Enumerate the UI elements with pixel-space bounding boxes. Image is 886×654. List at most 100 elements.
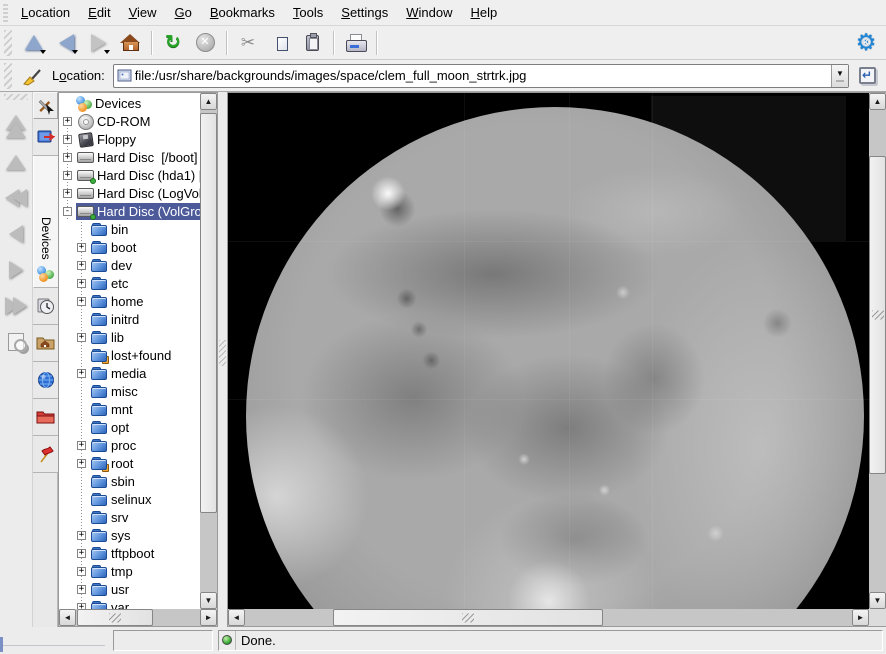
forward-nav-button[interactable] [1, 252, 31, 288]
tree-row-hard-disc-hda1-[interactable]: +Hard Disc (hda1) [/ [59, 166, 200, 184]
sidebar-splitter[interactable] [218, 92, 227, 627]
tree-row-hard-disc-logvol0[interactable]: +Hard Disc (LogVol0 [59, 184, 200, 202]
menu-edit[interactable]: Edit [79, 2, 119, 23]
locationbar-handle[interactable] [4, 63, 12, 89]
tree-row-root[interactable]: +root [59, 454, 200, 472]
tree-row-initrd[interactable]: initrd [59, 310, 200, 328]
scrollbar-thumb[interactable] [333, 609, 603, 626]
sidebar-tab-root-folder[interactable] [33, 399, 58, 436]
home-button[interactable] [115, 29, 145, 57]
forward-button[interactable] [83, 29, 113, 57]
tree-expander[interactable]: + [77, 441, 86, 450]
tree-row-hard-disc-boot-[interactable]: +Hard Disc [/boot] [59, 148, 200, 166]
tree-row-dev[interactable]: +dev [59, 256, 200, 274]
tree-row-misc[interactable]: misc [59, 382, 200, 400]
stop-button[interactable]: ✕ [190, 29, 220, 57]
scroll-right-arrow[interactable]: ► [852, 609, 869, 626]
scrollbar-thumb[interactable] [200, 113, 217, 513]
tree-row-sys[interactable]: +sys [59, 526, 200, 544]
menu-bookmarks[interactable]: Bookmarks [201, 2, 284, 23]
tree-row-tftpboot[interactable]: +tftpboot [59, 544, 200, 562]
tree-expander[interactable]: + [63, 135, 72, 144]
tree-expander[interactable]: + [77, 333, 86, 342]
tree-row-hard-disc-volgrou[interactable]: -Hard Disc (VolGrou [59, 202, 200, 220]
extra-toolbar-handle[interactable] [4, 94, 28, 100]
scrollbar-thumb[interactable] [869, 156, 886, 474]
tree-row-lost-found[interactable]: lost+found [59, 346, 200, 364]
sidebar-tab-home-folder[interactable] [33, 325, 58, 362]
sidebar-tab-devices[interactable]: Devices [33, 156, 58, 288]
tree-row-home[interactable]: +home [59, 292, 200, 310]
copy-button[interactable] [265, 29, 295, 57]
tree-row-usr[interactable]: +usr [59, 580, 200, 598]
scroll-up-arrow[interactable]: ▲ [200, 93, 217, 110]
konqueror-logo-button[interactable]: ⚙K [851, 29, 881, 57]
menu-go[interactable]: Go [166, 2, 201, 23]
tree-row-boot[interactable]: +boot [59, 238, 200, 256]
tree-expander[interactable]: + [77, 549, 86, 558]
go-button[interactable]: ↵ [854, 63, 880, 89]
scrollbar-track[interactable] [200, 110, 217, 592]
tree-row-proc[interactable]: +proc [59, 436, 200, 454]
tree-row-sbin[interactable]: sbin [59, 472, 200, 490]
tree-row-floppy[interactable]: +Floppy [59, 130, 200, 148]
scroll-left-arrow[interactable]: ◄ [59, 609, 76, 626]
tree-expander[interactable]: + [77, 603, 86, 610]
up-button[interactable] [19, 29, 49, 57]
scrollbar-track[interactable] [869, 110, 886, 592]
tree-expander[interactable]: + [77, 459, 86, 468]
sidebar-tab-network[interactable] [33, 362, 58, 399]
scroll-down-arrow[interactable]: ▼ [869, 592, 886, 609]
paste-button[interactable] [297, 29, 327, 57]
scrollbar-track[interactable] [245, 609, 852, 626]
tree-expander[interactable]: - [63, 207, 72, 216]
menu-window[interactable]: Window [397, 2, 461, 23]
tree-row-tmp[interactable]: +tmp [59, 562, 200, 580]
tree-expander[interactable]: + [77, 279, 86, 288]
main-vertical-scrollbar[interactable]: ▲ ▼ [869, 93, 886, 609]
tree-expander[interactable]: + [77, 369, 86, 378]
print-button[interactable] [340, 29, 370, 57]
scrollbar-thumb[interactable] [77, 609, 153, 626]
location-input[interactable] [133, 68, 831, 83]
tree-row-lib[interactable]: +lib [59, 328, 200, 346]
tree-row-etc[interactable]: +etc [59, 274, 200, 292]
back-button[interactable] [51, 29, 81, 57]
menubar-handle[interactable] [3, 4, 8, 22]
tree-expander[interactable]: + [63, 153, 72, 162]
menu-view[interactable]: View [120, 2, 166, 23]
tree-row-selinux[interactable]: selinux [59, 490, 200, 508]
clear-location-button[interactable] [18, 63, 46, 89]
location-dropdown-button[interactable]: ▼ [831, 65, 848, 87]
menu-settings[interactable]: Settings [332, 2, 397, 23]
tree-expander[interactable]: + [77, 261, 86, 270]
sidebar-tab-history[interactable] [33, 288, 58, 325]
tree-expander[interactable]: + [77, 585, 86, 594]
tree-vertical-scrollbar[interactable]: ▲ ▼ [200, 93, 217, 609]
menu-help[interactable]: Help [462, 2, 507, 23]
tree-expander[interactable]: + [77, 567, 86, 576]
reload-button[interactable]: ↻ [158, 29, 188, 57]
toolbar-handle[interactable] [4, 30, 12, 56]
tree-expander[interactable]: + [63, 117, 72, 126]
tree-row-media[interactable]: +media [59, 364, 200, 382]
cut-button[interactable]: ✂ [233, 29, 263, 57]
sidebar-configure-button[interactable] [33, 92, 58, 119]
fast-back-button[interactable] [1, 180, 31, 216]
tree-expander[interactable]: + [63, 189, 72, 198]
scroll-right-arrow[interactable]: ► [200, 609, 217, 626]
go-top-button[interactable] [1, 108, 31, 144]
fast-forward-button[interactable] [1, 288, 31, 324]
tree-row-mnt[interactable]: mnt [59, 400, 200, 418]
find-button[interactable] [1, 324, 31, 360]
scroll-up-arrow[interactable]: ▲ [869, 93, 886, 110]
menu-location[interactable]: Location [12, 2, 79, 23]
tree-row-cd-rom[interactable]: +CD-ROM [59, 112, 200, 130]
tree-row-srv[interactable]: srv [59, 508, 200, 526]
go-up-button[interactable] [1, 144, 31, 180]
scroll-down-arrow[interactable]: ▼ [200, 592, 217, 609]
tree-expander[interactable]: + [63, 171, 72, 180]
main-horizontal-scrollbar[interactable]: ◄ ► [228, 609, 869, 626]
back-nav-button[interactable] [1, 216, 31, 252]
tree-row-var[interactable]: +var [59, 598, 200, 609]
